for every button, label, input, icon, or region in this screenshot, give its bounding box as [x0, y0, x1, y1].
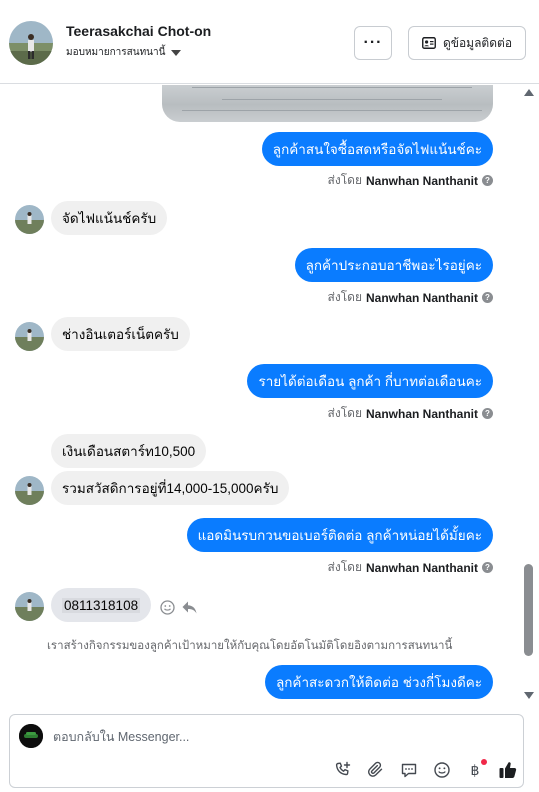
- customer-avatar-small[interactable]: [15, 322, 44, 351]
- conversation-header: Teerasakchai Chot-on มอบหมายการสนทนานี้ …: [0, 0, 539, 84]
- sent-by-agent: Nanwhan Nanthanit: [365, 406, 478, 421]
- more-options-button[interactable]: ···: [354, 26, 392, 60]
- scroll-down-arrow-icon[interactable]: [524, 692, 534, 699]
- message-thread[interactable]: ลูกค้าสนใจซื้อสดหรือจัดไฟแน้นช์คะ ส่งโดย…: [0, 85, 521, 709]
- composer-toolbar: ฿: [332, 759, 519, 781]
- lead-activity-notice: เราสร้างกิจกรรมของลูกค้าเป้าหมายให้กับคุ…: [47, 640, 453, 652]
- caret-down-icon: [171, 49, 182, 56]
- incoming-message-phone[interactable]: 0811318108: [51, 588, 152, 622]
- customer-avatar[interactable]: [9, 21, 53, 65]
- sent-by-prefix: ส่งโดย: [327, 560, 362, 574]
- help-icon[interactable]: ?: [482, 562, 493, 573]
- thread-scrollbar[interactable]: [521, 85, 539, 709]
- saved-reply-icon[interactable]: [398, 759, 420, 781]
- phone-number-text[interactable]: 0811318108: [62, 597, 141, 613]
- outgoing-message[interactable]: รายได้ต่อเดือน ลูกค้า กี่บาทต่อเดือนคะ: [247, 364, 493, 398]
- svg-text:฿: ฿: [471, 763, 480, 779]
- assign-label: มอบหมายการสนทนานี้: [66, 47, 166, 58]
- like-icon[interactable]: [497, 759, 519, 781]
- call-add-icon[interactable]: [332, 759, 354, 781]
- sent-by-label: ส่งโดย Nanwhan Nanthanit ?: [328, 558, 493, 577]
- message-actions: [160, 600, 198, 615]
- sent-by-agent: Nanwhan Nanthanit: [365, 173, 478, 188]
- customer-name[interactable]: Teerasakchai Chot-on: [66, 23, 211, 39]
- sent-by-label: ส่งโดย Nanwhan Nanthanit ?: [328, 404, 493, 423]
- reply-composer: ฿: [9, 714, 524, 788]
- outgoing-message[interactable]: แอดมินรบกวนขอเบอร์ติดต่อ ลูกค้าหน่อยได้ม…: [186, 518, 493, 552]
- help-icon[interactable]: ?: [482, 292, 493, 303]
- outgoing-message[interactable]: ลูกค้าสะดวกให้ติดต่อ ช่วงกี่โมงดีคะ: [264, 665, 493, 699]
- payment-icon[interactable]: ฿: [464, 759, 487, 781]
- incoming-message[interactable]: จัดไฟแน้นช์ครับ: [51, 201, 168, 235]
- contact-card-icon: [422, 37, 436, 49]
- sent-by-prefix: ส่งโดย: [327, 406, 362, 420]
- assign-conversation-dropdown[interactable]: มอบหมายการสนทนานี้: [66, 45, 182, 60]
- notification-dot: [481, 759, 487, 765]
- incoming-message[interactable]: เงินเดือนสตาร์ท10,500: [51, 434, 207, 468]
- customer-avatar-small[interactable]: [15, 476, 44, 505]
- attachment-icon[interactable]: [365, 759, 387, 781]
- reply-input[interactable]: [53, 727, 473, 747]
- view-contact-label: ดูข้อมูลติดต่อ: [442, 35, 513, 50]
- incoming-message[interactable]: ช่างอินเตอร์เน็ตครับ: [51, 317, 190, 351]
- help-icon[interactable]: ?: [482, 408, 493, 419]
- incoming-message[interactable]: รวมสวัสดิการอยู่ที่14,000-15,000ครับ: [51, 471, 290, 505]
- view-contact-button[interactable]: ดูข้อมูลติดต่อ: [408, 26, 526, 60]
- page-avatar: [19, 724, 43, 748]
- sent-by-label: ส่งโดย Nanwhan Nanthanit ?: [328, 288, 493, 307]
- scroll-thumb[interactable]: [524, 564, 533, 656]
- sent-by-agent: Nanwhan Nanthanit: [365, 290, 478, 305]
- customer-avatar-small[interactable]: [15, 592, 44, 621]
- customer-avatar-small[interactable]: [15, 205, 44, 234]
- reply-icon[interactable]: [181, 600, 198, 615]
- sent-by-prefix: ส่งโดย: [327, 173, 362, 187]
- outgoing-message[interactable]: ลูกค้าประกอบอาชีพอะไรอยู่คะ: [294, 248, 493, 282]
- help-icon[interactable]: ?: [482, 175, 493, 186]
- emoji-icon[interactable]: [431, 759, 453, 781]
- sent-by-prefix: ส่งโดย: [327, 290, 362, 304]
- image-attachment[interactable]: [162, 85, 493, 122]
- sent-by-agent: Nanwhan Nanthanit: [365, 560, 478, 575]
- outgoing-message[interactable]: ลูกค้าสนใจซื้อสดหรือจัดไฟแน้นช์คะ: [261, 132, 493, 166]
- scroll-up-arrow-icon[interactable]: [524, 89, 534, 96]
- react-emoji-icon[interactable]: [160, 600, 175, 615]
- sent-by-label: ส่งโดย Nanwhan Nanthanit ?: [328, 171, 493, 190]
